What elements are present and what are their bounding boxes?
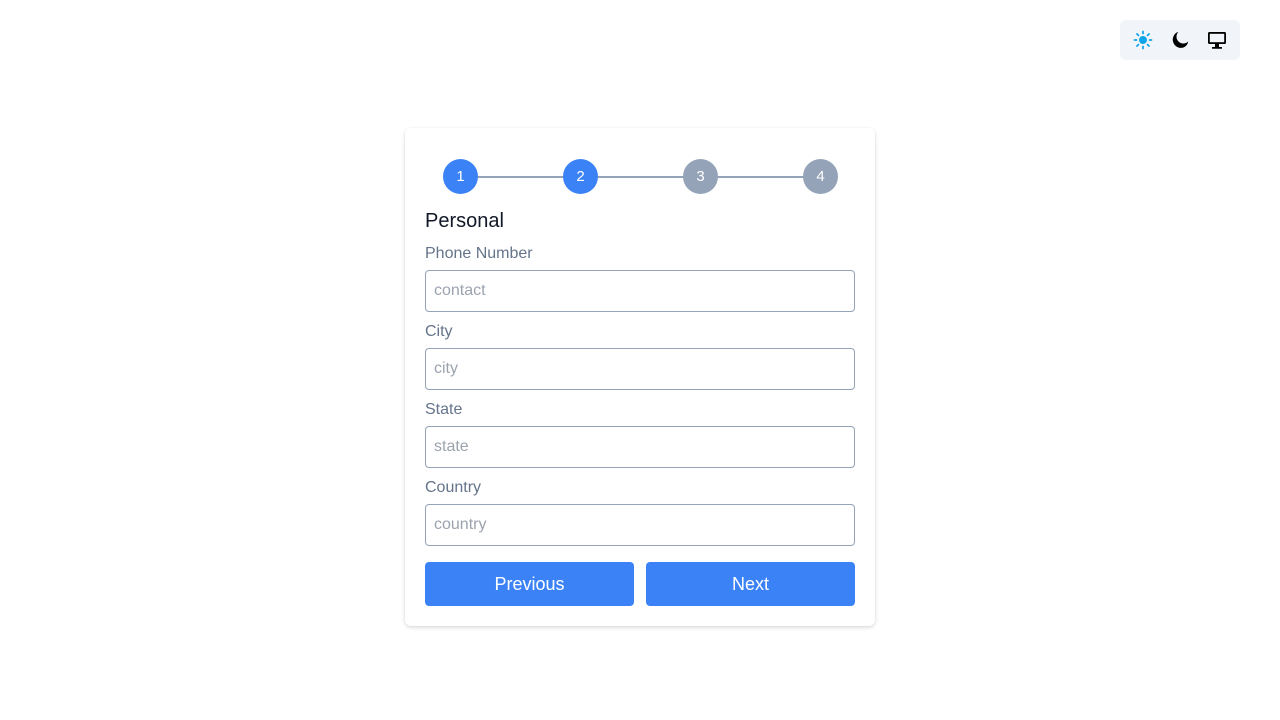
step-4: 4 bbox=[803, 159, 838, 194]
step-1: 1 bbox=[443, 159, 478, 194]
registration-card: 1 2 3 4 Personal Phone Number City State… bbox=[405, 128, 875, 626]
country-label: Country bbox=[425, 479, 482, 496]
system-theme-button[interactable] bbox=[1201, 24, 1233, 56]
phone-number-input[interactable] bbox=[425, 270, 855, 312]
sun-icon bbox=[1133, 30, 1153, 50]
dark-theme-button[interactable] bbox=[1164, 24, 1196, 56]
stepper: 1 2 3 4 bbox=[443, 159, 838, 194]
phone-number-label: Phone Number bbox=[425, 245, 533, 262]
next-button[interactable]: Next bbox=[646, 562, 855, 606]
state-label: State bbox=[425, 401, 463, 418]
section-title: Personal bbox=[425, 210, 504, 232]
city-label: City bbox=[425, 323, 453, 340]
moon-icon bbox=[1172, 31, 1189, 48]
step-2: 2 bbox=[563, 159, 598, 194]
stepper-line bbox=[460, 176, 821, 178]
city-input[interactable] bbox=[425, 348, 855, 390]
previous-button[interactable]: Previous bbox=[425, 562, 634, 606]
monitor-icon bbox=[1208, 32, 1227, 49]
light-theme-button[interactable] bbox=[1127, 24, 1159, 56]
state-input[interactable] bbox=[425, 426, 855, 468]
country-input[interactable] bbox=[425, 504, 855, 546]
theme-switcher bbox=[1120, 20, 1240, 60]
step-3: 3 bbox=[683, 159, 718, 194]
